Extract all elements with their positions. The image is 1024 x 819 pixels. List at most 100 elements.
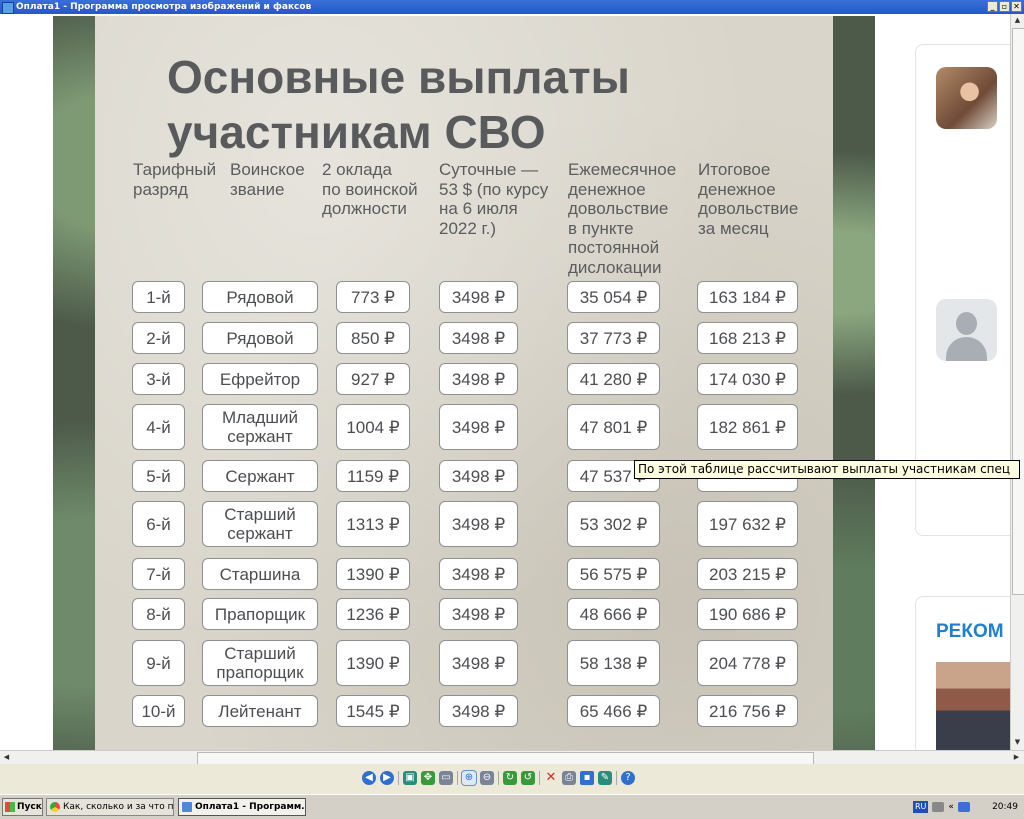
rank-cell: Ефрейтор: [202, 363, 318, 395]
salary-cell: 1545 ₽: [336, 695, 410, 727]
monthly-pay-cell: 37 773 ₽: [567, 322, 660, 354]
monthly-pay-cell: 48 666 ₽: [567, 598, 660, 630]
toolbar-separator: [498, 771, 499, 785]
total-pay-cell: 174 030 ₽: [697, 363, 798, 395]
total-pay-cell: 163 184 ₽: [697, 281, 798, 313]
grade-cell: 9-й: [132, 640, 185, 686]
monthly-pay-cell: 41 280 ₽: [567, 363, 660, 395]
grade-cell: 2-й: [132, 322, 185, 354]
clock[interactable]: 20:49: [992, 802, 1022, 812]
vertical-scroll-thumb[interactable]: [1012, 28, 1024, 595]
salary-cell: 1313 ₽: [336, 501, 410, 547]
network-icon[interactable]: [957, 802, 970, 812]
salary-cell: 1004 ₽: [336, 404, 410, 450]
scroll-right-icon[interactable]: ▶: [1011, 752, 1022, 763]
grade-cell: 4-й: [132, 404, 185, 450]
daily-allowance-cell: 3498 ₽: [439, 322, 518, 354]
next-icon[interactable]: ▶: [380, 771, 394, 785]
image-viewer-icon: [2, 2, 14, 14]
actual-size-icon[interactable]: ✥: [421, 771, 435, 785]
daily-allowance-cell: 3498 ₽: [439, 695, 518, 727]
recommendation-thumbnail[interactable]: [936, 662, 1016, 750]
language-indicator[interactable]: RU: [913, 801, 929, 813]
daily-allowance-cell: 3498 ₽: [439, 404, 518, 450]
horizontal-scrollbar[interactable]: ◀ ▶: [0, 750, 1024, 765]
webpage-sidebar: РЕКОМ: [875, 14, 1024, 750]
poster-headline: Основные выплаты участникам СВО: [167, 51, 630, 158]
salary-cell: 927 ₽: [336, 363, 410, 395]
user-avatar[interactable]: [936, 67, 997, 129]
scroll-left-icon[interactable]: ◀: [1, 752, 12, 763]
total-pay-cell: 168 213 ₽: [697, 322, 798, 354]
total-pay-cell: 204 778 ₽: [697, 640, 798, 686]
taskbar-item-browser[interactable]: Как, сколько и за что п...: [46, 798, 174, 816]
rank-cell: Рядовой: [202, 322, 318, 354]
close-button[interactable]: ✕: [1011, 1, 1022, 12]
taskbar-item-label: Как, сколько и за что п...: [63, 802, 174, 812]
rotate-counterclockwise-icon[interactable]: ↺: [521, 771, 535, 785]
total-pay-cell: 197 632 ₽: [697, 501, 798, 547]
start-button[interactable]: Пуск: [2, 798, 43, 816]
toolbar-separator: [616, 771, 617, 785]
scroll-down-icon[interactable]: ▼: [1012, 737, 1023, 748]
save-icon[interactable]: ▪: [580, 771, 594, 785]
window-titlebar[interactable]: Оплата1 - Программа просмотра изображени…: [0, 0, 1024, 14]
daily-allowance-cell: 3498 ₽: [439, 363, 518, 395]
start-label: Пуск: [17, 802, 42, 812]
rank-cell: Младший сержант: [202, 404, 318, 450]
toolbar-separator: [539, 771, 540, 785]
monthly-pay-cell: 58 138 ₽: [567, 640, 660, 686]
scroll-up-icon[interactable]: ▲: [1012, 15, 1023, 26]
salary-cell: 1390 ₽: [336, 640, 410, 686]
daily-allowance-cell: 3498 ₽: [439, 598, 518, 630]
salary-cell: 1159 ₽: [336, 460, 410, 492]
taskbar-item-image-viewer[interactable]: Оплата1 - Программ...: [178, 798, 306, 816]
rank-cell: Старшина: [202, 558, 318, 590]
daily-allowance-cell: 3498 ₽: [439, 501, 518, 547]
col-header-monthly: Ежемесячное денежное довольствие в пункт…: [568, 160, 677, 277]
total-pay-cell: 216 756 ₽: [697, 695, 798, 727]
monthly-pay-cell: 65 466 ₽: [567, 695, 660, 727]
daily-allowance-cell: 3498 ₽: [439, 558, 518, 590]
salary-cell: 773 ₽: [336, 281, 410, 313]
grade-cell: 1-й: [132, 281, 185, 313]
col-header-total: Итоговое денежное довольствие за месяц: [698, 160, 799, 238]
keyboard-icon[interactable]: [932, 802, 945, 812]
col-header-salary: 2 оклада по воинской должности: [322, 160, 418, 218]
salary-cell: 850 ₽: [336, 322, 410, 354]
recommendations-title: РЕКОМ: [936, 621, 1004, 642]
help-icon[interactable]: ?: [621, 771, 635, 785]
daily-allowance-cell: 3498 ₽: [439, 460, 518, 492]
daily-allowance-cell: 3498 ₽: [439, 640, 518, 686]
rank-cell: Прапорщик: [202, 598, 318, 630]
image-viewport[interactable]: Основные выплаты участникам СВО Тарифный…: [0, 14, 1024, 750]
previous-icon[interactable]: ◀: [362, 771, 376, 785]
rank-cell: Старший сержант: [202, 501, 318, 547]
daily-allowance-cell: 3498 ₽: [439, 281, 518, 313]
monthly-pay-cell: 56 575 ₽: [567, 558, 660, 590]
rank-cell: Сержант: [202, 460, 318, 492]
open-in-editor-icon[interactable]: ✎: [598, 771, 612, 785]
delete-icon[interactable]: ✕: [544, 771, 558, 785]
tray-expand-icon[interactable]: «: [948, 802, 954, 812]
grade-cell: 10-й: [132, 695, 185, 727]
windows-logo-icon: [5, 802, 15, 812]
total-pay-cell: 190 686 ₽: [697, 598, 798, 630]
slideshow-icon[interactable]: ▭: [439, 771, 453, 785]
zoom-out-icon[interactable]: ⊖: [480, 771, 494, 785]
salary-cell: 1390 ₽: [336, 558, 410, 590]
default-avatar-icon[interactable]: [936, 299, 997, 361]
print-icon[interactable]: ⎙: [562, 771, 576, 785]
poster-paper: Основные выплаты участникам СВО Тарифный…: [95, 16, 833, 750]
minimize-button[interactable]: _: [987, 1, 998, 12]
best-fit-icon[interactable]: ▣: [403, 771, 417, 785]
total-pay-cell: 203 215 ₽: [697, 558, 798, 590]
viewer-toolbar: ◀ ▶ ▣ ✥ ▭ ⊕ ⊖ ↻ ↺ ✕ ⎙ ▪ ✎ ?: [0, 764, 1024, 794]
grade-cell: 6-й: [132, 501, 185, 547]
rotate-clockwise-icon[interactable]: ↻: [503, 771, 517, 785]
zoom-in-icon[interactable]: ⊕: [461, 770, 477, 786]
vertical-scrollbar[interactable]: ▲ ▼: [1010, 14, 1024, 750]
grade-cell: 5-й: [132, 460, 185, 492]
window-title: Оплата1 - Программа просмотра изображени…: [16, 2, 312, 12]
maximize-button[interactable]: ▫: [999, 1, 1010, 12]
